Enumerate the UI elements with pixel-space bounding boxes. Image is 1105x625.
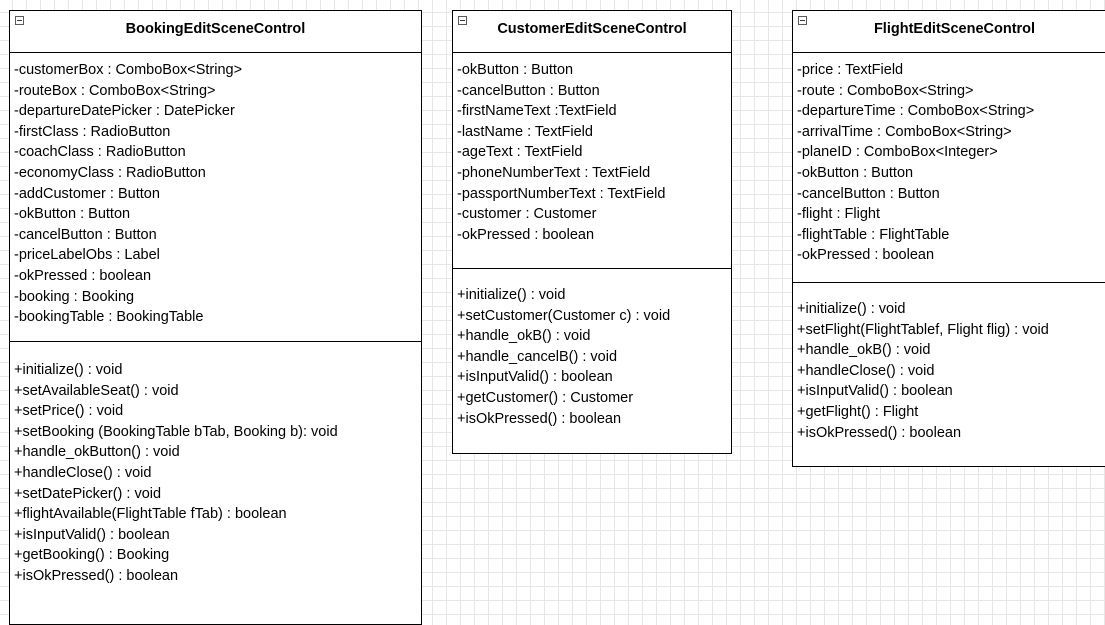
operation-row[interactable]: +isOkPressed() : boolean (793, 423, 1105, 444)
attribute-row[interactable]: -planeID : ComboBox<Integer> (793, 142, 1105, 163)
operation-row[interactable]: +getCustomer() : Customer (453, 388, 731, 409)
attribute-row[interactable]: -okButton : Button (453, 60, 731, 81)
class-customer-edit-scene-control[interactable]: CustomerEditSceneControl -okButton : But… (452, 10, 732, 454)
operation-row[interactable]: +setPrice() : void (10, 401, 421, 422)
operation-row[interactable]: +handleClose() : void (10, 463, 421, 484)
operation-row[interactable]: +handle_okB() : void (453, 326, 731, 347)
attribute-row[interactable]: -firstClass : RadioButton (10, 122, 421, 143)
attribute-row[interactable]: -phoneNumberText : TextField (453, 163, 731, 184)
operation-row[interactable]: +isInputValid() : boolean (793, 381, 1105, 402)
operations-section: +initialize() : void +setFlight(FlightTab… (793, 299, 1105, 443)
operation-row[interactable]: +isInputValid() : boolean (453, 367, 731, 388)
attribute-row[interactable]: -okPressed : boolean (10, 266, 421, 287)
operations-section: +initialize() : void +setAvailableSeat() … (10, 360, 421, 587)
operation-row[interactable]: +initialize() : void (793, 299, 1105, 320)
attribute-row[interactable]: -flight : Flight (793, 204, 1105, 225)
attribute-row[interactable]: -ageText : TextField (453, 142, 731, 163)
operation-row[interactable]: +setAvailableSeat() : void (10, 381, 421, 402)
attribute-row[interactable]: -priceLabelObs : Label (10, 245, 421, 266)
attribute-row[interactable]: -okPressed : boolean (453, 225, 731, 246)
operation-row[interactable]: +getFlight() : Flight (793, 402, 1105, 423)
attribute-row[interactable]: -economyClass : RadioButton (10, 163, 421, 184)
class-header: FlightEditSceneControl (793, 11, 1105, 53)
class-name[interactable]: CustomerEditSceneControl (453, 21, 731, 37)
operation-row[interactable]: +handle_okB() : void (793, 340, 1105, 361)
operation-row[interactable]: +initialize() : void (10, 360, 421, 381)
class-header: CustomerEditSceneControl (453, 11, 731, 53)
attribute-row[interactable]: -arrivalTime : ComboBox<String> (793, 122, 1105, 143)
operation-row[interactable]: +isOkPressed() : boolean (453, 409, 731, 430)
attribute-row[interactable]: -okPressed : boolean (793, 245, 1105, 266)
attributes-section: -customerBox : ComboBox<String> -routeBox… (10, 60, 421, 342)
class-booking-edit-scene-control[interactable]: BookingEditSceneControl -customerBox : C… (9, 10, 422, 625)
class-name[interactable]: FlightEditSceneControl (793, 21, 1105, 37)
class-flight-edit-scene-control[interactable]: FlightEditSceneControl -price : TextFiel… (792, 10, 1105, 467)
attribute-row[interactable]: -lastName : TextField (453, 122, 731, 143)
attribute-row[interactable]: -firstNameText :TextField (453, 101, 731, 122)
attribute-row[interactable]: -addCustomer : Button (10, 184, 421, 205)
attribute-row[interactable]: -booking : Booking (10, 287, 421, 308)
operation-row[interactable]: +initialize() : void (453, 285, 731, 306)
operation-row[interactable]: +handleClose() : void (793, 361, 1105, 382)
attribute-row[interactable]: -cancelButton : Button (453, 81, 731, 102)
operation-row[interactable]: +setCustomer(Customer c) : void (453, 306, 731, 327)
attributes-section: -okButton : Button -cancelButton : Button… (453, 60, 731, 269)
class-name[interactable]: BookingEditSceneControl (10, 21, 421, 37)
operation-row[interactable]: +setBooking (BookingTable bTab, Booking … (10, 422, 421, 443)
attribute-row[interactable]: -route : ComboBox<String> (793, 81, 1105, 102)
operation-row[interactable]: +handle_okButton() : void (10, 442, 421, 463)
class-header: BookingEditSceneControl (10, 11, 421, 53)
operation-row[interactable]: +setFlight(FlightTablef, Flight flig) : … (793, 320, 1105, 341)
attribute-row[interactable]: -okButton : Button (793, 163, 1105, 184)
operation-row[interactable]: +flightAvailable(FlightTable fTab) : boo… (10, 504, 421, 525)
attribute-row[interactable]: -passportNumberText : TextField (453, 184, 731, 205)
attributes-section: -price : TextField -route : ComboBox<Stri… (793, 60, 1105, 283)
attribute-row[interactable]: -coachClass : RadioButton (10, 142, 421, 163)
operation-row[interactable]: +isOkPressed() : boolean (10, 566, 421, 587)
operation-row[interactable]: +getBooking() : Booking (10, 545, 421, 566)
attribute-row[interactable]: -customerBox : ComboBox<String> (10, 60, 421, 81)
attribute-row[interactable]: -routeBox : ComboBox<String> (10, 81, 421, 102)
operations-section: +initialize() : void +setCustomer(Custome… (453, 285, 731, 429)
attribute-row[interactable]: -flightTable : FlightTable (793, 225, 1105, 246)
operation-row[interactable]: +setDatePicker() : void (10, 484, 421, 505)
attribute-row[interactable]: -customer : Customer (453, 204, 731, 225)
attribute-row[interactable]: -cancelButton : Button (793, 184, 1105, 205)
attribute-row[interactable]: -departureDatePicker : DatePicker (10, 101, 421, 122)
attribute-row[interactable]: -bookingTable : BookingTable (10, 307, 421, 328)
operation-row[interactable]: +isInputValid() : boolean (10, 525, 421, 546)
attribute-row[interactable]: -cancelButton : Button (10, 225, 421, 246)
attribute-row[interactable]: -price : TextField (793, 60, 1105, 81)
attribute-row[interactable]: -departureTime : ComboBox<String> (793, 101, 1105, 122)
attribute-row[interactable]: -okButton : Button (10, 204, 421, 225)
operation-row[interactable]: +handle_cancelB() : void (453, 347, 731, 368)
